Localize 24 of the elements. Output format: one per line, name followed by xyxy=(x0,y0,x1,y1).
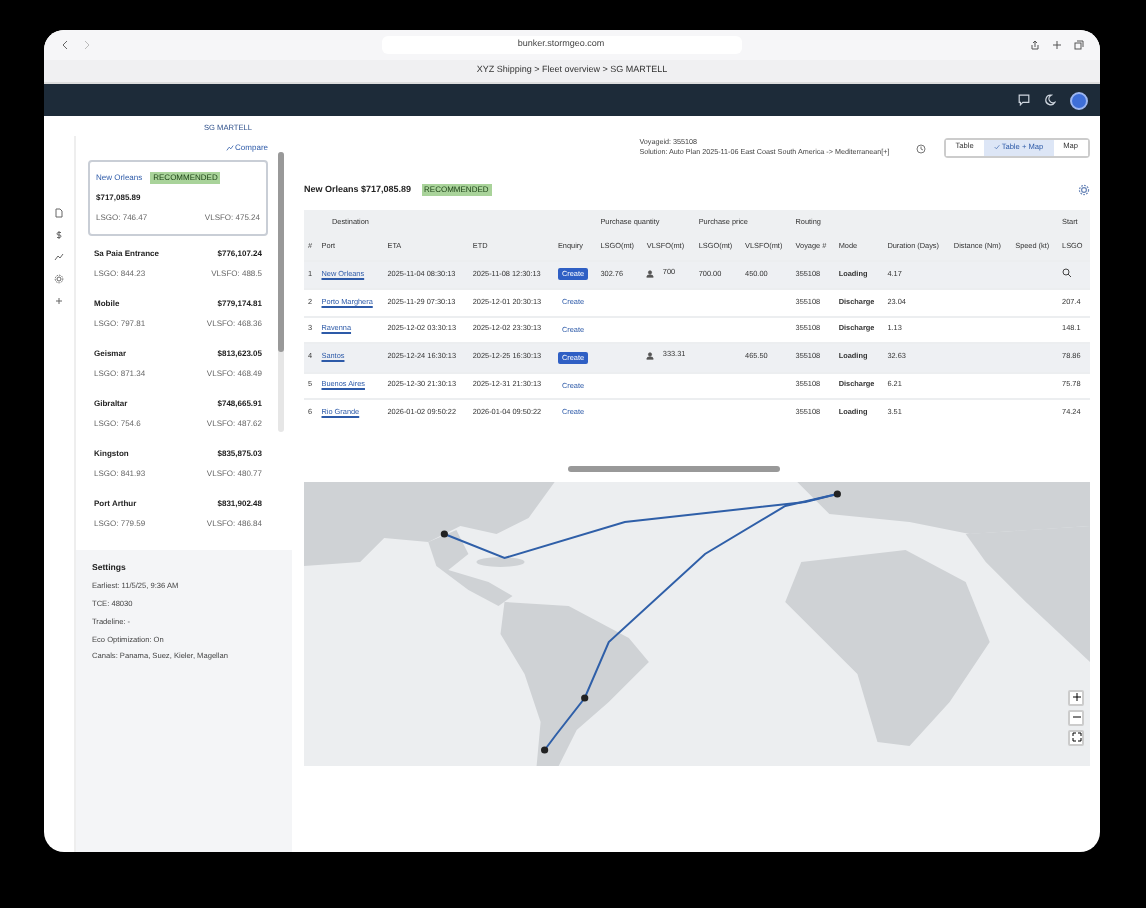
gear-icon[interactable] xyxy=(1078,184,1090,197)
check-icon xyxy=(993,143,1000,150)
plus-icon[interactable] xyxy=(1052,40,1062,50)
person-icon xyxy=(646,269,655,278)
user-avatar[interactable] xyxy=(1070,91,1088,109)
plus-icon[interactable] xyxy=(54,296,64,306)
zoom-in-icon xyxy=(1071,692,1081,703)
chat-icon[interactable] xyxy=(1018,94,1030,106)
chart-icon xyxy=(225,143,234,152)
share-icon[interactable] xyxy=(1030,40,1040,50)
scrollbar[interactable] xyxy=(567,465,779,472)
person-icon xyxy=(646,352,655,361)
dollar-icon[interactable] xyxy=(54,230,64,240)
moon-icon[interactable] xyxy=(1044,94,1056,106)
tabs-icon[interactable] xyxy=(1074,40,1084,50)
document-icon[interactable] xyxy=(54,208,64,218)
back-icon[interactable] xyxy=(60,40,70,50)
fullscreen-icon xyxy=(1071,732,1081,743)
chart-icon[interactable] xyxy=(54,252,64,262)
zoom-out-icon xyxy=(1071,712,1081,723)
gear-icon[interactable] xyxy=(54,274,64,284)
scrollbar[interactable] xyxy=(278,152,284,432)
history-icon[interactable] xyxy=(915,143,926,153)
search-icon[interactable] xyxy=(1062,268,1073,279)
